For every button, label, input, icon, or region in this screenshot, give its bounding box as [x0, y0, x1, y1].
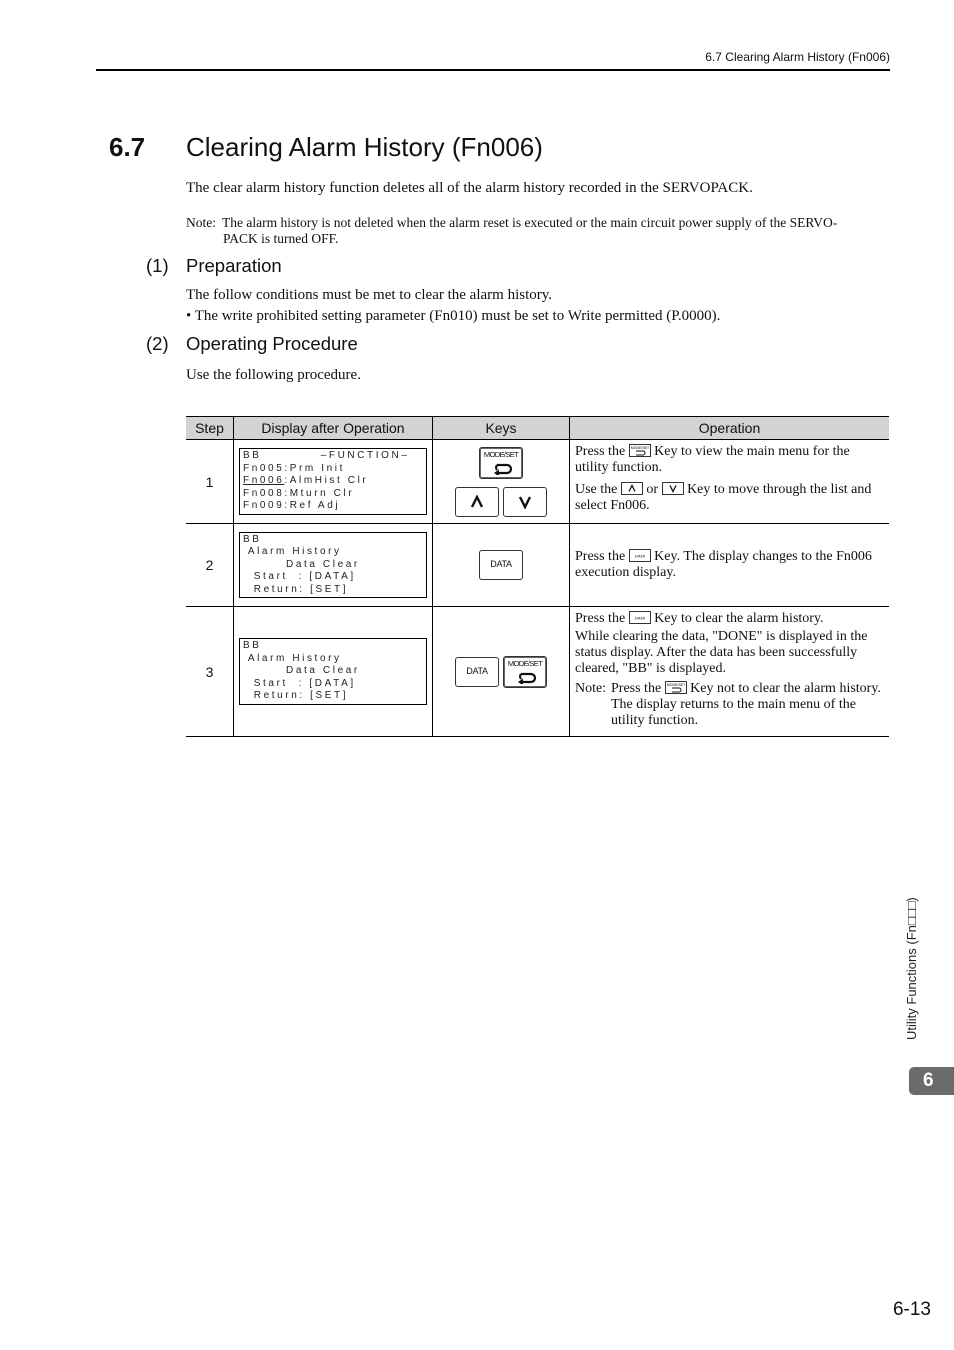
data-key-icon: DATA [628, 548, 651, 562]
header-rule [96, 69, 890, 71]
mode-set-key[interactable]: MODE/SET [479, 446, 523, 479]
page-number: 6-13 [892, 1299, 931, 1320]
lcd-line: –FUNCTION– [320, 450, 410, 462]
lcd-cursor-item: Fn006 [243, 475, 285, 487]
procedure-title: Operating Procedure [186, 333, 358, 354]
step-number: 1 [186, 439, 234, 524]
lcd-line: Fn008:Mturn Clr [243, 487, 355, 499]
chapter-tab: 6 [909, 1067, 954, 1095]
header-step: Step [186, 416, 234, 440]
svg-text:DATA: DATA [635, 616, 645, 621]
lcd-line: Alarm History [243, 652, 342, 664]
operation-text: Use the or Key to move through the list … [575, 482, 872, 513]
mode-set-key[interactable]: MODE/SET [503, 655, 547, 688]
svg-text:MODE/SET: MODE/SET [667, 683, 686, 687]
lcd-display: BB –FUNCTION– Fn005:Prm Init Fn006:AlmHi… [239, 448, 427, 515]
operation-note: Note: Press the MODE/SET Key not to clea… [575, 681, 881, 728]
down-key-icon [661, 482, 684, 495]
operation-text: Press the DATA Key to clear the alarm hi… [575, 611, 824, 626]
preparation-heading: (1) Preparation [146, 255, 282, 277]
svg-text:MODE/SET: MODE/SET [631, 446, 650, 450]
table-row: 3 BB Alarm History Data Clear Start : [D… [186, 606, 889, 737]
lcd-line: Data Clear [243, 665, 360, 677]
note-line-1: The alarm history is not deleted when th… [222, 215, 838, 230]
chapter-side-label: Utility Functions (Fn□□□) [904, 897, 919, 1040]
mode-set-key-icon: MODE/SET [664, 681, 687, 694]
table-row: 2 BB Alarm History Data Clear Start : [D… [186, 523, 889, 607]
lcd-display: BB Alarm History Data Clear Start : [DAT… [239, 531, 427, 599]
lcd-line: :AlmHist Clr [284, 475, 369, 487]
lcd-line: Fn009:Ref Adj [243, 500, 341, 512]
step-number: 3 [186, 606, 234, 737]
data-key[interactable]: DATA [479, 550, 523, 580]
lcd-line: Start : [DATA] [243, 571, 356, 583]
table-header-row: Step Display after Operation Keys Operat… [186, 416, 889, 440]
note-label: Note: [186, 215, 216, 230]
preparation-title: Preparation [186, 255, 282, 276]
operation-text: Press the DATA Key. The display changes … [575, 548, 872, 580]
lcd-line: Alarm History [243, 546, 342, 558]
procedure-table: Step Display after Operation Keys Operat… [186, 416, 889, 737]
note-line-2: PACK is turned OFF. [223, 231, 339, 246]
intro-paragraph: The clear alarm history function deletes… [186, 180, 753, 196]
chevron-up-icon [470, 494, 484, 508]
running-header: 6.7 Clearing Alarm History (Fn006) [705, 50, 890, 64]
preparation-bullet: • The write prohibited setting parameter… [186, 308, 721, 324]
operation-text: Press the MODE/SET Key to view the main … [575, 444, 850, 475]
procedure-text: Use the following procedure. [186, 367, 361, 383]
up-key[interactable] [455, 486, 499, 517]
chevron-down-icon [518, 495, 532, 509]
mode-set-key-icon: MODE/SET [628, 444, 651, 457]
svg-text:DATA: DATA [635, 553, 645, 558]
section-number: 6.7 [109, 132, 146, 162]
lcd-line: BB [243, 640, 262, 652]
section-title-text: Clearing Alarm History (Fn006) [186, 132, 543, 162]
return-arrow-icon [518, 672, 537, 684]
header-keys: Keys [432, 416, 570, 440]
lcd-line: BB [243, 450, 262, 462]
step-number: 2 [186, 523, 234, 607]
data-key[interactable]: DATA [455, 656, 499, 687]
lcd-line: Data Clear [243, 558, 360, 570]
table-row: 1 BB –FUNCTION– Fn005:Prm Init Fn006:Alm… [186, 439, 889, 524]
lcd-line: Return: [SET] [243, 690, 349, 702]
operation-text: While clearing the data, "DONE" is displ… [575, 629, 868, 676]
procedure-number: (2) [146, 333, 169, 354]
lcd-display: BB Alarm History Data Clear Start : [DAT… [239, 638, 427, 705]
lcd-line: BB [243, 533, 262, 545]
lcd-line: Return: [SET] [243, 583, 349, 595]
lcd-line: Fn005:Prm Init [243, 462, 345, 474]
down-key[interactable] [503, 486, 547, 517]
preparation-number: (1) [146, 255, 169, 276]
lcd-line: Start : [DATA] [243, 677, 356, 689]
header-display: Display after Operation [233, 416, 433, 440]
return-arrow-icon [494, 463, 513, 475]
header-operation: Operation [569, 416, 889, 440]
up-key-icon [620, 482, 643, 495]
preparation-text: The follow conditions must be met to cle… [186, 287, 553, 303]
section-note: Note: The alarm history is not deleted wh… [186, 215, 886, 247]
data-key-icon: DATA [628, 611, 651, 624]
procedure-heading: (2) Operating Procedure [146, 333, 358, 355]
section-title: 6.7 Clearing Alarm History (Fn006) [109, 132, 543, 163]
